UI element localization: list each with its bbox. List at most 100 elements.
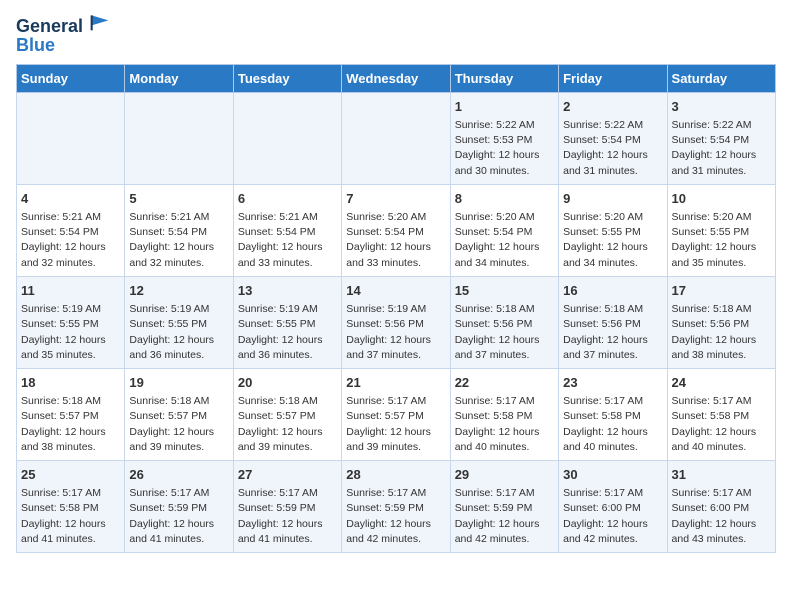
day-number: 13	[238, 282, 337, 300]
day-number: 22	[455, 374, 554, 392]
calendar-cell	[17, 92, 125, 184]
calendar-cell: 25 Sunrise: 5:17 AM Sunset: 5:58 PM Dayli…	[17, 461, 125, 553]
day-number: 26	[129, 466, 228, 484]
calendar-cell: 3Sunrise: 5:22 AM Sunset: 5:54 PM Daylig…	[667, 92, 775, 184]
day-content: Sunrise: 5:17 AM Sunset: 6:00 PM Dayligh…	[563, 486, 662, 547]
day-number: 19	[129, 374, 228, 392]
day-number: 15	[455, 282, 554, 300]
calendar-week-1: 1Sunrise: 5:22 AM Sunset: 5:53 PM Daylig…	[17, 92, 776, 184]
day-number: 30	[563, 466, 662, 484]
day-number: 11	[21, 282, 120, 300]
day-number: 21	[346, 374, 445, 392]
calendar-cell: 18 Sunrise: 5:18 AM Sunset: 5:57 PM Dayli…	[17, 368, 125, 460]
calendar-cell: 12 Sunrise: 5:19 AM Sunset: 5:55 PM Dayli…	[125, 276, 233, 368]
logo-blue: Blue	[16, 35, 110, 56]
day-content: Sunrise: 5:21 AM Sunset: 5:54 PM Dayligh…	[129, 210, 228, 271]
day-number: 17	[672, 282, 771, 300]
calendar-cell: 27 Sunrise: 5:17 AM Sunset: 5:59 PM Dayli…	[233, 461, 341, 553]
calendar-cell: 31Sunrise: 5:17 AM Sunset: 6:00 PM Dayli…	[667, 461, 775, 553]
day-number: 29	[455, 466, 554, 484]
day-number: 1	[455, 98, 554, 116]
calendar-cell: 23 Sunrise: 5:17 AM Sunset: 5:58 PM Dayli…	[559, 368, 667, 460]
page-header: General Blue	[16, 16, 776, 56]
calendar-header: SundayMondayTuesdayWednesdayThursdayFrid…	[17, 64, 776, 92]
calendar-week-2: 4Sunrise: 5:21 AM Sunset: 5:54 PM Daylig…	[17, 184, 776, 276]
calendar-cell: 2 Sunrise: 5:22 AM Sunset: 5:54 PM Daylig…	[559, 92, 667, 184]
day-header-thursday: Thursday	[450, 64, 558, 92]
calendar-cell: 30 Sunrise: 5:17 AM Sunset: 6:00 PM Dayli…	[559, 461, 667, 553]
calendar-week-5: 25 Sunrise: 5:17 AM Sunset: 5:58 PM Dayli…	[17, 461, 776, 553]
day-number: 10	[672, 190, 771, 208]
calendar-cell: 1Sunrise: 5:22 AM Sunset: 5:53 PM Daylig…	[450, 92, 558, 184]
day-number: 8	[455, 190, 554, 208]
day-content: Sunrise: 5:19 AM Sunset: 5:55 PM Dayligh…	[238, 302, 337, 363]
calendar-cell: 22 Sunrise: 5:17 AM Sunset: 5:58 PM Dayli…	[450, 368, 558, 460]
calendar-week-3: 11 Sunrise: 5:19 AM Sunset: 5:55 PM Dayli…	[17, 276, 776, 368]
day-content: Sunrise: 5:19 AM Sunset: 5:55 PM Dayligh…	[21, 302, 120, 363]
day-content: Sunrise: 5:17 AM Sunset: 5:59 PM Dayligh…	[455, 486, 554, 547]
calendar-cell: 5 Sunrise: 5:21 AM Sunset: 5:54 PM Daylig…	[125, 184, 233, 276]
calendar-cell: 9 Sunrise: 5:20 AM Sunset: 5:55 PM Daylig…	[559, 184, 667, 276]
calendar-body: 1Sunrise: 5:22 AM Sunset: 5:53 PM Daylig…	[17, 92, 776, 552]
calendar-cell	[233, 92, 341, 184]
day-number: 9	[563, 190, 662, 208]
day-content: Sunrise: 5:17 AM Sunset: 5:59 PM Dayligh…	[346, 486, 445, 547]
calendar-cell	[342, 92, 450, 184]
calendar-cell: 15Sunrise: 5:18 AM Sunset: 5:56 PM Dayli…	[450, 276, 558, 368]
day-content: Sunrise: 5:17 AM Sunset: 5:58 PM Dayligh…	[455, 394, 554, 455]
day-content: Sunrise: 5:20 AM Sunset: 5:55 PM Dayligh…	[563, 210, 662, 271]
day-content: Sunrise: 5:20 AM Sunset: 5:54 PM Dayligh…	[346, 210, 445, 271]
day-number: 16	[563, 282, 662, 300]
day-content: Sunrise: 5:21 AM Sunset: 5:54 PM Dayligh…	[21, 210, 120, 271]
day-content: Sunrise: 5:22 AM Sunset: 5:54 PM Dayligh…	[563, 118, 662, 179]
day-content: Sunrise: 5:18 AM Sunset: 5:56 PM Dayligh…	[563, 302, 662, 363]
calendar-cell	[125, 92, 233, 184]
logo-flag-icon	[90, 12, 110, 32]
day-number: 27	[238, 466, 337, 484]
calendar-cell: 26 Sunrise: 5:17 AM Sunset: 5:59 PM Dayli…	[125, 461, 233, 553]
day-number: 5	[129, 190, 228, 208]
logo: General Blue	[16, 16, 110, 56]
day-content: Sunrise: 5:19 AM Sunset: 5:55 PM Dayligh…	[129, 302, 228, 363]
day-header-saturday: Saturday	[667, 64, 775, 92]
day-header-tuesday: Tuesday	[233, 64, 341, 92]
calendar-cell: 24Sunrise: 5:17 AM Sunset: 5:58 PM Dayli…	[667, 368, 775, 460]
day-number: 12	[129, 282, 228, 300]
calendar-cell: 21Sunrise: 5:17 AM Sunset: 5:57 PM Dayli…	[342, 368, 450, 460]
calendar-cell: 10Sunrise: 5:20 AM Sunset: 5:55 PM Dayli…	[667, 184, 775, 276]
day-content: Sunrise: 5:20 AM Sunset: 5:54 PM Dayligh…	[455, 210, 554, 271]
day-number: 3	[672, 98, 771, 116]
day-content: Sunrise: 5:18 AM Sunset: 5:57 PM Dayligh…	[238, 394, 337, 455]
calendar-cell: 7Sunrise: 5:20 AM Sunset: 5:54 PM Daylig…	[342, 184, 450, 276]
day-number: 6	[238, 190, 337, 208]
day-content: Sunrise: 5:17 AM Sunset: 5:58 PM Dayligh…	[672, 394, 771, 455]
day-content: Sunrise: 5:18 AM Sunset: 5:57 PM Dayligh…	[129, 394, 228, 455]
day-content: Sunrise: 5:17 AM Sunset: 5:58 PM Dayligh…	[563, 394, 662, 455]
day-content: Sunrise: 5:17 AM Sunset: 5:58 PM Dayligh…	[21, 486, 120, 547]
day-number: 25	[21, 466, 120, 484]
day-number: 28	[346, 466, 445, 484]
calendar-cell: 8 Sunrise: 5:20 AM Sunset: 5:54 PM Daylig…	[450, 184, 558, 276]
calendar-cell: 14 Sunrise: 5:19 AM Sunset: 5:56 PM Dayli…	[342, 276, 450, 368]
day-content: Sunrise: 5:17 AM Sunset: 6:00 PM Dayligh…	[672, 486, 771, 547]
day-header-sunday: Sunday	[17, 64, 125, 92]
day-content: Sunrise: 5:21 AM Sunset: 5:54 PM Dayligh…	[238, 210, 337, 271]
day-number: 23	[563, 374, 662, 392]
day-content: Sunrise: 5:17 AM Sunset: 5:59 PM Dayligh…	[129, 486, 228, 547]
calendar-table: SundayMondayTuesdayWednesdayThursdayFrid…	[16, 64, 776, 553]
day-content: Sunrise: 5:17 AM Sunset: 5:59 PM Dayligh…	[238, 486, 337, 547]
calendar-cell: 4Sunrise: 5:21 AM Sunset: 5:54 PM Daylig…	[17, 184, 125, 276]
day-content: Sunrise: 5:18 AM Sunset: 5:57 PM Dayligh…	[21, 394, 120, 455]
calendar-cell: 13 Sunrise: 5:19 AM Sunset: 5:55 PM Dayli…	[233, 276, 341, 368]
calendar-cell: 29 Sunrise: 5:17 AM Sunset: 5:59 PM Dayli…	[450, 461, 558, 553]
day-number: 18	[21, 374, 120, 392]
calendar-cell: 6 Sunrise: 5:21 AM Sunset: 5:54 PM Daylig…	[233, 184, 341, 276]
calendar-cell: 11 Sunrise: 5:19 AM Sunset: 5:55 PM Dayli…	[17, 276, 125, 368]
day-number: 2	[563, 98, 662, 116]
day-number: 14	[346, 282, 445, 300]
calendar-cell: 17Sunrise: 5:18 AM Sunset: 5:56 PM Dayli…	[667, 276, 775, 368]
calendar-cell: 28 Sunrise: 5:17 AM Sunset: 5:59 PM Dayli…	[342, 461, 450, 553]
day-header-wednesday: Wednesday	[342, 64, 450, 92]
logo-text: General	[16, 16, 110, 37]
day-content: Sunrise: 5:19 AM Sunset: 5:56 PM Dayligh…	[346, 302, 445, 363]
